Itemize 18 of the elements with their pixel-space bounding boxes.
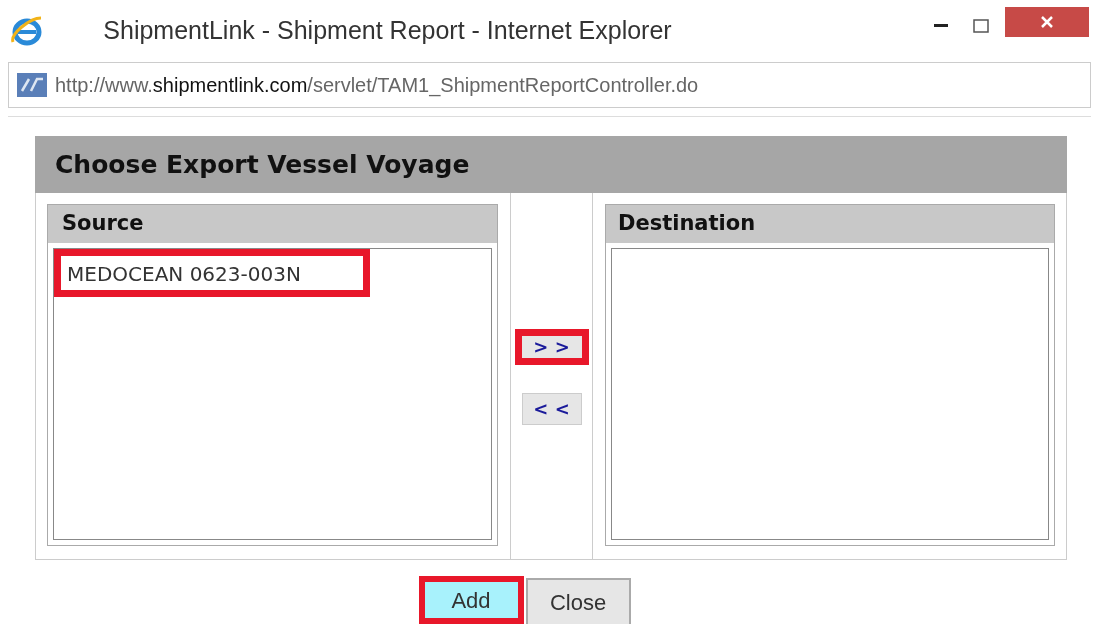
- dialog-button[interactable]: Close: [525, 578, 631, 624]
- url-text: http://www.shipmentlink.com/servlet/TAM1_ShipmentReportController.do: [55, 73, 699, 99]
- address-bar[interactable]: http://www.shipmentlink.com/servlet/TAM1_ShipmentReportController.do: [8, 62, 1091, 108]
- close-icon: [1040, 15, 1054, 29]
- window-title: ShipmentLink - Shipment Report - Internet Explorer: [103, 15, 672, 47]
- move-button[interactable]: < <: [521, 393, 582, 425]
- source-title: Source: [62, 210, 144, 238]
- minimize-icon: [934, 24, 948, 28]
- move-button[interactable]: > >: [514, 329, 589, 365]
- dialog-title: Choose Export Vessel Voyage: [55, 148, 470, 181]
- site-icon: [17, 73, 47, 97]
- list-item[interactable]: MEDOCEAN 0623-003N: [54, 249, 370, 297]
- close-window-button[interactable]: [1005, 7, 1089, 37]
- destination-title: Destination: [618, 210, 756, 238]
- browser-logo-icon: [10, 14, 44, 48]
- dialog-button[interactable]: Add: [418, 576, 524, 624]
- maximize-icon: [973, 19, 989, 33]
- source-list[interactable]: MEDOCEAN 0623-003N: [53, 248, 492, 540]
